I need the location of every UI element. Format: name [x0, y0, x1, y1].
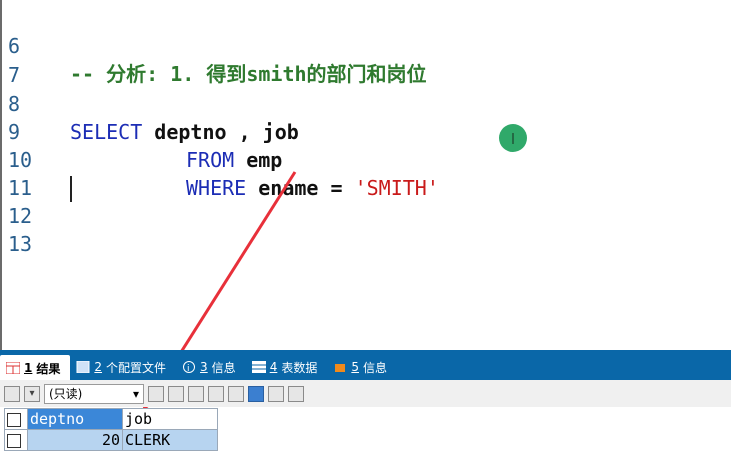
save-icon[interactable]	[188, 385, 204, 402]
refresh-icon[interactable]	[228, 385, 244, 402]
code-identifiers: deptno , job	[142, 120, 299, 144]
code-line: 11	[2, 146, 50, 200]
row-checkbox[interactable]	[7, 433, 21, 448]
view-menu-icon[interactable]: ▾	[24, 385, 40, 402]
code-identifiers: emp	[234, 148, 283, 172]
table-header-row: deptno job	[4, 408, 218, 430]
select-all-checkbox[interactable]	[7, 412, 21, 427]
svg-text:i: i	[187, 364, 190, 373]
tab-profile[interactable]: 2 个配置文件	[70, 355, 176, 379]
export-icon[interactable]	[4, 385, 20, 402]
grid-view-icon[interactable]	[248, 385, 264, 402]
keyword-where: WHERE	[186, 176, 247, 200]
code-line: 13	[2, 202, 50, 256]
keyword-select: SELECT	[70, 120, 143, 144]
code-line: 9 FROM emp	[2, 90, 282, 172]
text-cursor	[70, 176, 72, 202]
results-grid[interactable]: deptno job 20 CLERK	[4, 408, 218, 451]
delete-icon[interactable]	[208, 385, 224, 402]
code-line: 10 WHERE ename = 'SMITH'	[2, 118, 439, 200]
cell-deptno[interactable]: 20	[27, 429, 123, 451]
keyword-from: FROM	[186, 148, 235, 172]
column-header-job[interactable]: job	[122, 408, 218, 430]
code-line: 8 SELECT deptno , job	[2, 62, 299, 144]
grid-icon	[5, 361, 21, 375]
tab-table-data[interactable]: 4 表数据	[246, 355, 328, 379]
column-header-deptno[interactable]: deptno	[27, 408, 123, 430]
readonly-select[interactable]: (只读) ▾	[44, 383, 144, 404]
mouse-pointer-icon	[499, 124, 527, 152]
code-identifiers: ename =	[246, 176, 355, 200]
insert-row-icon[interactable]	[148, 385, 164, 402]
table-row[interactable]: 20 CLERK	[4, 429, 218, 451]
code-line: 12	[2, 174, 50, 228]
text-view-icon[interactable]	[288, 385, 304, 402]
result-toolbar: ▾ (只读) ▾	[0, 380, 731, 407]
table-icon	[251, 361, 266, 373]
profile-icon	[76, 360, 90, 374]
code-line: 7	[2, 33, 50, 87]
string-literal: 'SMITH'	[354, 176, 439, 200]
result-tab-bar: 1 结果 2 个配置文件 i 3 信息 4 表数据 5 信息	[0, 350, 731, 382]
code-line: 6 -- 分析: 1. 得到smith的部门和岗位	[2, 4, 427, 86]
sql-editor[interactable]: 6 -- 分析: 1. 得到smith的部门和岗位 7 8 SELECT dep…	[0, 0, 731, 350]
copy-row-icon[interactable]	[168, 385, 184, 402]
info-icon	[333, 361, 347, 373]
form-view-icon[interactable]	[268, 385, 284, 402]
tab-results[interactable]: 1 结果	[0, 355, 71, 381]
info-icon: i	[182, 361, 196, 374]
line-number: 13	[8, 232, 33, 256]
tab-info-2[interactable]: 5 信息	[327, 355, 397, 379]
code-comment: -- 分析: 1. 得到smith的部门和岗位	[70, 62, 427, 86]
chevron-down-icon: ▾	[132, 386, 139, 401]
cell-job[interactable]: CLERK	[122, 429, 218, 451]
tab-info[interactable]: i 3 信息	[176, 355, 246, 379]
